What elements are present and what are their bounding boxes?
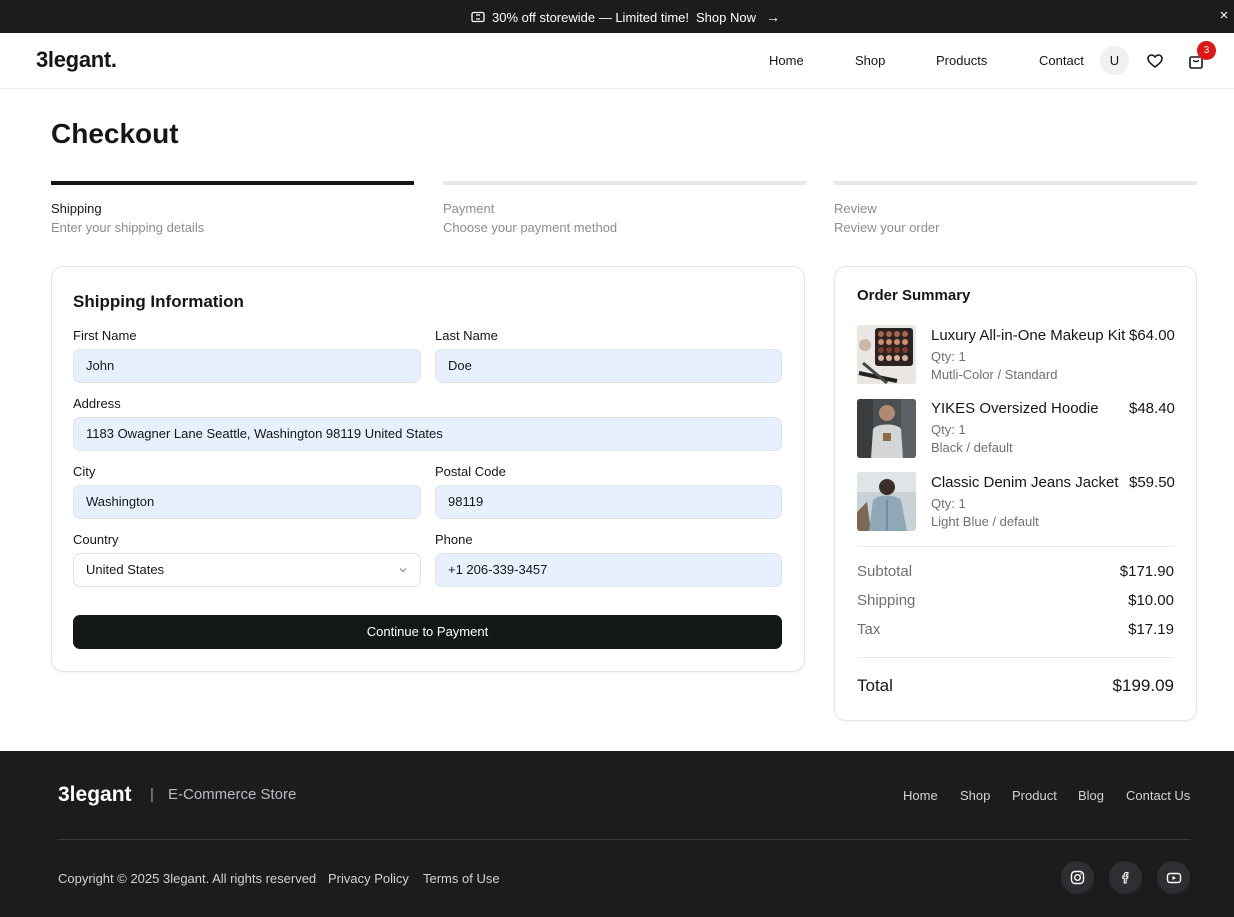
promo-cta-label: Shop Now — [696, 9, 756, 25]
ticket-icon — [471, 11, 485, 23]
youtube-icon[interactable] — [1157, 861, 1190, 894]
phone-input[interactable]: +1 206-339-3457 — [435, 553, 782, 587]
step-review-bar — [834, 181, 1197, 185]
terms-of-use-link[interactable]: Terms of Use — [423, 871, 500, 886]
nav-home[interactable]: Home — [769, 53, 804, 68]
item-qty: Qty: 1 — [931, 422, 966, 437]
subtotal-label: Subtotal — [857, 563, 913, 580]
footer-nav-product[interactable]: Product — [1012, 788, 1057, 803]
subtotal-value: $171.90 — [1119, 563, 1174, 580]
footer-separator: | — [150, 786, 154, 803]
facebook-icon[interactable] — [1109, 861, 1142, 894]
order-summary-title: Order Summary — [857, 287, 971, 304]
tax-value: $17.19 — [1128, 621, 1174, 638]
city-input[interactable]: Washington — [73, 485, 421, 519]
total-label: Total — [857, 676, 893, 695]
address-label: Address — [73, 396, 121, 411]
shipping-card — [51, 266, 805, 672]
footer-nav-contact-us[interactable]: Contact Us — [1126, 788, 1190, 803]
site-logo[interactable]: 3legant. — [36, 47, 117, 73]
step-payment-bar — [443, 181, 806, 185]
address-input[interactable]: 1183 Owagner Lane Seattle, Washington 98… — [73, 417, 782, 451]
phone-label: Phone — [435, 532, 473, 547]
footer-nav-blog[interactable]: Blog — [1078, 788, 1104, 803]
heart-icon[interactable] — [1146, 52, 1164, 70]
step-review-desc: Review your order — [834, 220, 940, 235]
site-footer: 3legant | E-Commerce Store Home Shop Pro… — [0, 751, 1234, 917]
promo-shop-now-link[interactable]: Shop Now → — [696, 9, 780, 25]
arrow-right-icon: → — [766, 9, 780, 25]
city-label: City — [73, 464, 96, 479]
product-thumbnail-makeup-kit[interactable] — [857, 325, 916, 384]
step-shipping-bar — [51, 181, 414, 185]
nav-contact[interactable]: Contact — [1039, 53, 1084, 68]
item-qty: Qty: 1 — [931, 496, 966, 511]
product-thumbnail-denim-jacket[interactable] — [857, 472, 916, 531]
item-price: $64.00 — [1129, 327, 1175, 344]
item-variant: Black / default — [931, 440, 1013, 455]
step-shipping-desc: Enter your shipping details — [51, 220, 205, 235]
footer-logo[interactable]: 3legant — [58, 783, 132, 807]
postal-code-input[interactable]: 98119 — [435, 485, 782, 519]
first-name-input[interactable]: John — [73, 349, 421, 383]
nav-products[interactable]: Products — [936, 53, 987, 68]
cart-count-badge: 3 — [1197, 41, 1216, 60]
tax-label: Tax — [857, 621, 881, 638]
site-header: 3legant. Home Shop Products Contact U 3 — [0, 33, 1234, 89]
makeup-kit-image — [857, 325, 916, 384]
summary-divider — [857, 546, 1174, 547]
privacy-policy-link[interactable]: Privacy Policy — [328, 871, 409, 886]
chevron-down-icon — [399, 568, 407, 573]
step-payment-desc: Choose your payment method — [443, 220, 618, 235]
hoodie-image — [857, 399, 916, 458]
total-value: $199.09 — [1112, 676, 1174, 695]
footer-copyright: Copyright © 2025 3legant. All rights res… — [58, 871, 317, 886]
item-qty: Qty: 1 — [931, 349, 966, 364]
last-name-input[interactable]: Doe — [435, 349, 782, 383]
postal-code-label: Postal Code — [435, 464, 506, 479]
step-shipping-label: Shipping — [51, 201, 102, 216]
footer-divider — [58, 839, 1190, 840]
nav-shop[interactable]: Shop — [855, 53, 885, 68]
shipping-cost-value: $10.00 — [1128, 592, 1174, 609]
denim-jacket-image — [857, 472, 916, 531]
item-name[interactable]: Luxury All-in-One Makeup Kit — [931, 327, 1125, 344]
shipping-cost-label: Shipping — [857, 592, 916, 609]
promo-text: 30% off storewide — Limited time! — [492, 9, 690, 25]
close-icon[interactable]: × — [1217, 8, 1231, 23]
country-select[interactable]: United States — [73, 553, 421, 587]
step-payment-label: Payment — [443, 201, 495, 216]
item-name[interactable]: YIKES Oversized Hoodie — [931, 400, 1099, 417]
footer-tagline: E-Commerce Store — [168, 786, 297, 803]
step-review-label: Review — [834, 201, 877, 216]
continue-to-payment-button[interactable]: Continue to Payment — [73, 615, 782, 649]
user-avatar[interactable]: U — [1100, 46, 1129, 75]
country-label: Country — [73, 532, 119, 547]
item-price: $48.40 — [1129, 400, 1175, 417]
item-variant: Mutli-Color / Standard — [931, 367, 1058, 382]
item-price: $59.50 — [1129, 474, 1175, 491]
page-title: Checkout — [51, 118, 179, 149]
instagram-icon[interactable] — [1061, 861, 1094, 894]
last-name-label: Last Name — [435, 328, 498, 343]
product-thumbnail-hoodie[interactable] — [857, 399, 916, 458]
footer-nav-home[interactable]: Home — [903, 788, 938, 803]
item-name[interactable]: Classic Denim Jeans Jacket — [931, 474, 1119, 491]
promo-content: 30% off storewide — Limited time! Shop N… — [471, 9, 780, 25]
item-variant: Light Blue / default — [931, 514, 1039, 529]
shipping-card-title: Shipping Information — [73, 292, 244, 311]
summary-divider — [857, 657, 1174, 658]
country-select-value: United States — [86, 562, 165, 577]
first-name-label: First Name — [73, 328, 137, 343]
promo-bar: 30% off storewide — Limited time! Shop N… — [0, 0, 1234, 33]
footer-nav-shop[interactable]: Shop — [960, 788, 990, 803]
